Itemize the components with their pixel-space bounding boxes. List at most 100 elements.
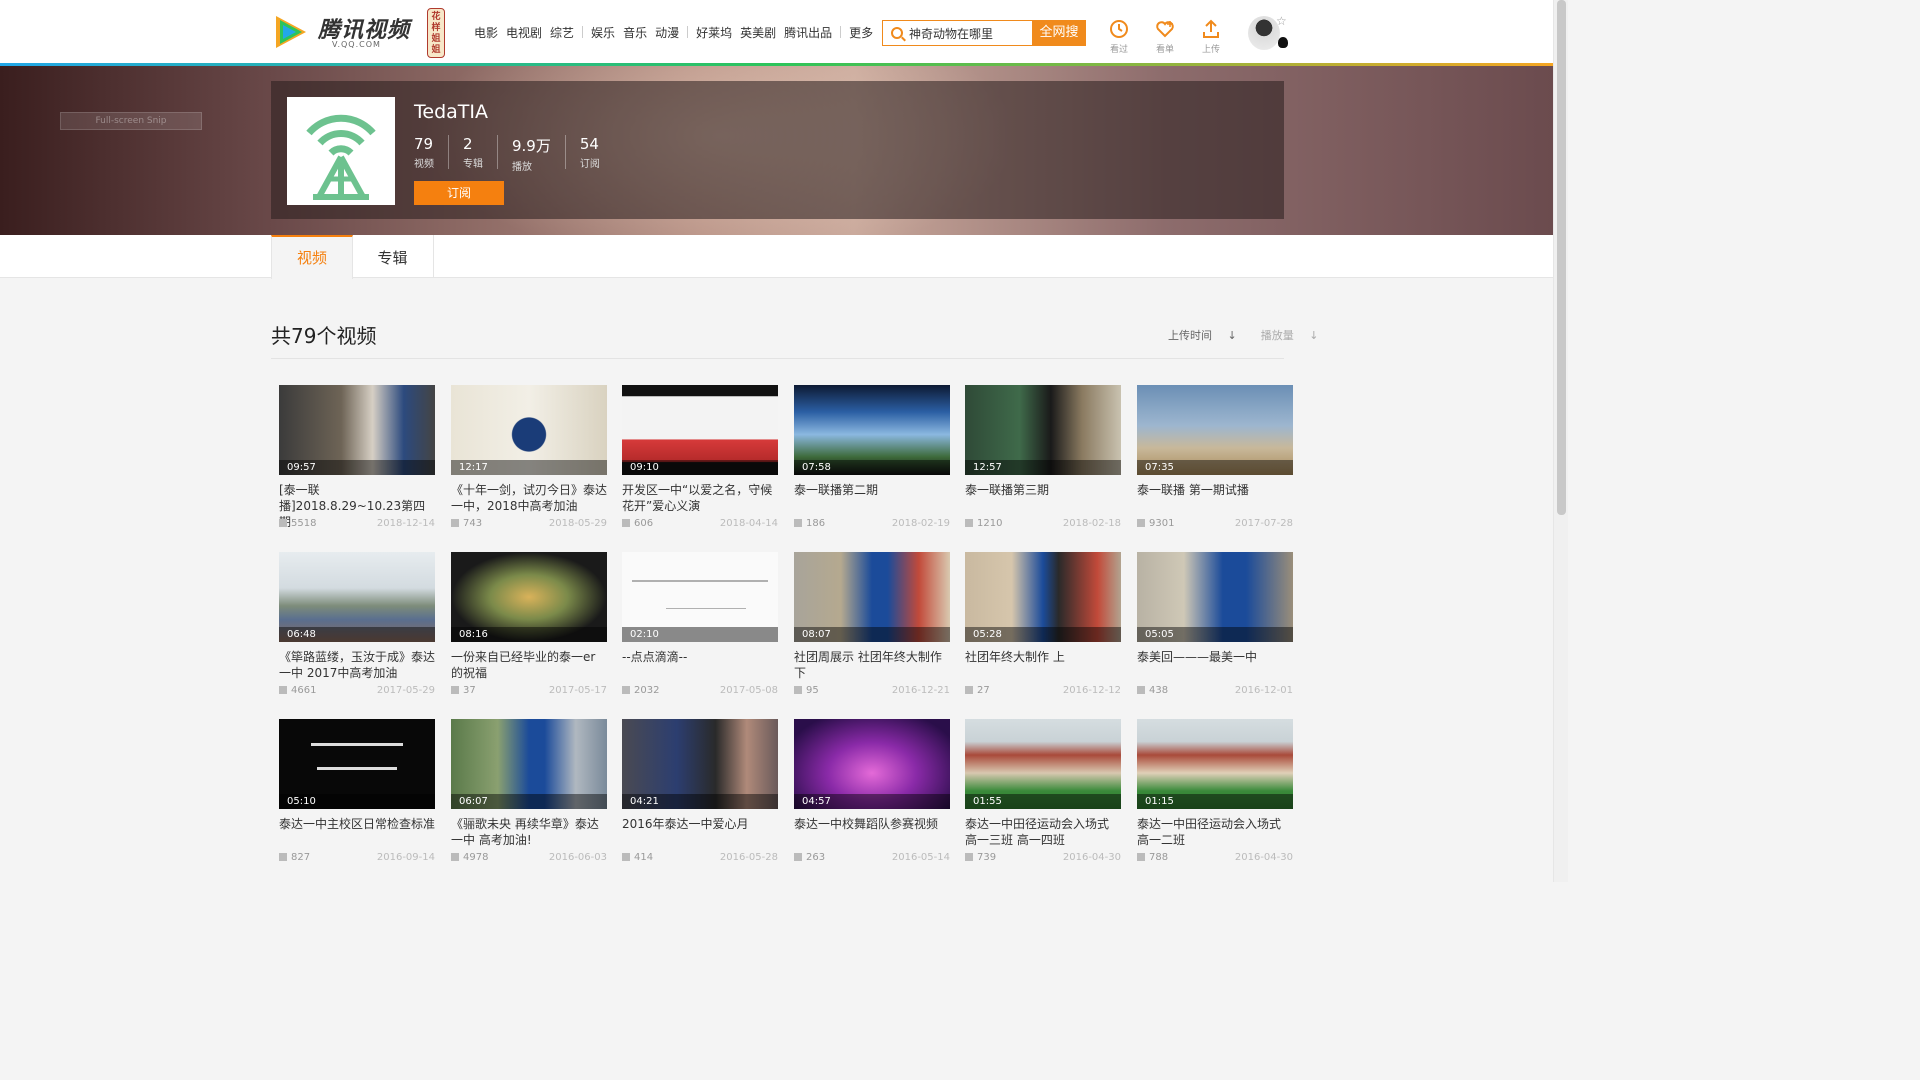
video-title[interactable]: 泰达一中田径运动会入场式 高一三班 高一四班 (965, 816, 1121, 848)
video-card[interactable]: 04:21 2016年泰达一中爱心月 414 2016-05-28 (622, 719, 778, 869)
nav-item[interactable]: 电影 (474, 24, 498, 41)
video-title[interactable]: 社团年终大制作 上 (965, 649, 1121, 665)
upload-date: 2016-12-21 (891, 685, 950, 696)
video-duration: 07:35 (1137, 460, 1293, 475)
video-thumbnail[interactable]: 08:16 (451, 552, 607, 642)
video-card[interactable]: 07:35 泰一联播 第一期试播 9301 2017-07-28 (1137, 385, 1293, 535)
video-card[interactable]: 05:05 泰美回———最美一中 438 2016-12-01 (1137, 552, 1293, 702)
video-title[interactable]: 一份来自已经毕业的泰一er的祝福 (451, 649, 607, 681)
sort-arrow-icon: ↓ (1309, 329, 1319, 342)
upload-button[interactable]: 上传 (1196, 18, 1226, 55)
video-thumbnail[interactable]: 12:17 (451, 385, 607, 475)
channel-avatar[interactable] (287, 97, 395, 205)
sort-arrow-icon: ↓ (1227, 329, 1237, 342)
video-thumbnail[interactable]: 04:21 (622, 719, 778, 809)
video-title[interactable]: 泰一联播第二期 (794, 482, 950, 498)
tencent-video-logo[interactable]: 腾讯视频 V.QQ.COM (270, 10, 410, 54)
video-title[interactable]: 泰达一中主校区日常检查标准 (279, 816, 435, 832)
play-count: 9301 (1149, 518, 1175, 529)
video-thumbnail[interactable]: 05:05 (1137, 552, 1293, 642)
video-card[interactable]: 09:57 [泰一联播]2018.8.29~10.23第四期 55182018-… (279, 385, 435, 535)
tab-albums[interactable]: 专辑 (352, 235, 434, 278)
nav-item[interactable]: 英美剧 (740, 24, 776, 41)
video-thumbnail[interactable]: 08:07 (794, 552, 950, 642)
video-thumbnail[interactable]: 01:15 (1137, 719, 1293, 809)
sort-play-count[interactable]: 播放量 ↓ (1261, 327, 1331, 343)
nav-item[interactable]: 电视剧 (506, 24, 542, 41)
video-card[interactable]: 02:10 --点点滴滴-- 2032 2017-05-08 (622, 552, 778, 702)
video-thumbnail[interactable]: 04:57 (794, 719, 950, 809)
stat-number: 9.9万 (512, 137, 551, 155)
video-title[interactable]: 《骊歌未央 再续华章》泰达一中 高考加油! (451, 816, 607, 848)
history-button[interactable]: 看过 (1104, 18, 1134, 55)
promo-badge[interactable]: 花样姐姐 (427, 8, 445, 58)
nav-item[interactable]: 腾讯出品 (784, 24, 832, 41)
nav-item[interactable]: 娱乐 (591, 24, 615, 41)
video-title[interactable]: 《十年一剑，试刃今日》泰达一中，2018中高考加油 (451, 482, 607, 514)
nav-item[interactable]: 音乐 (623, 24, 647, 41)
search-input[interactable] (909, 23, 1031, 43)
channel-stats: 79 视频 2 专辑 9.9万 播放 54 订阅 (414, 135, 628, 173)
video-card[interactable]: 05:28 社团年终大制作 上 27 2016-12-12 (965, 552, 1121, 702)
video-card[interactable]: 08:16 一份来自已经毕业的泰一er的祝福 37 2017-05-17 (451, 552, 607, 702)
play-count-icon (622, 686, 630, 694)
video-card[interactable]: 05:10 泰达一中主校区日常检查标准 827 2016-09-14 (279, 719, 435, 869)
video-title[interactable]: 泰一联播 第一期试播 (1137, 482, 1293, 498)
video-title[interactable]: 泰美回———最美一中 (1137, 649, 1293, 665)
video-title[interactable]: --点点滴滴-- (622, 649, 778, 665)
nav-item[interactable]: 综艺 (550, 24, 574, 41)
video-meta: 438 2016-12-01 (1137, 685, 1293, 696)
search-button[interactable]: 全网搜 (1032, 20, 1086, 46)
play-logo-icon (276, 16, 306, 48)
video-card[interactable]: 09:10 开发区一中“以爱之名，守候花开”爱心义演 606 2018-04-14 (622, 385, 778, 535)
video-card[interactable]: 12:57 泰一联播第三期 1210 2018-02-18 (965, 385, 1121, 535)
vip-star-icon: ☆ (1276, 14, 1287, 28)
video-card[interactable]: 08:07 社团周展示 社团年终大制作 下 95 2016-12-21 (794, 552, 950, 702)
play-count-icon (965, 853, 973, 861)
video-thumbnail[interactable]: 12:57 (965, 385, 1121, 475)
heart-plus-icon (1156, 21, 1174, 38)
video-title[interactable]: 泰一联播第三期 (965, 482, 1121, 498)
video-thumbnail[interactable]: 06:07 (451, 719, 607, 809)
video-thumbnail[interactable]: 07:35 (1137, 385, 1293, 475)
video-title[interactable]: 泰达一中田径运动会入场式 高一二班 (1137, 816, 1293, 848)
upload-date: 2016-12-12 (1062, 685, 1121, 696)
watchlist-button[interactable]: 看单 (1150, 18, 1180, 55)
video-card[interactable]: 04:57 泰达一中校舞蹈队参赛视频 263 2016-05-14 (794, 719, 950, 869)
video-thumbnail[interactable]: 06:48 (279, 552, 435, 642)
scrollbar-thumb[interactable] (1557, 0, 1566, 515)
video-card[interactable]: 01:55 泰达一中田径运动会入场式 高一三班 高一四班 739 2016-04-… (965, 719, 1121, 869)
video-card[interactable]: 06:48 《筚路蓝缕，玉汝于成》泰达一中 2017中高考加油 4661 2017… (279, 552, 435, 702)
video-thumbnail[interactable]: 02:10 (622, 552, 778, 642)
video-card[interactable]: 12:17 《十年一剑，试刃今日》泰达一中，2018中高考加油 743 2018-… (451, 385, 607, 535)
nav-item[interactable]: 好莱坞 (696, 24, 732, 41)
nav-item[interactable]: 动漫 (655, 24, 679, 41)
video-duration: 05:28 (965, 627, 1121, 642)
video-card[interactable]: 07:58 泰一联播第二期 186 2018-02-19 (794, 385, 950, 535)
video-thumbnail[interactable]: 09:57 (279, 385, 435, 475)
video-thumbnail[interactable]: 05:10 (279, 719, 435, 809)
video-thumbnail[interactable]: 07:58 (794, 385, 950, 475)
video-duration: 01:55 (965, 794, 1121, 809)
stat-number: 54 (579, 135, 599, 153)
video-title[interactable]: 泰达一中校舞蹈队参赛视频 (794, 816, 950, 832)
tab-videos[interactable]: 视频 (271, 235, 353, 279)
video-card[interactable]: 06:07 《骊歌未央 再续华章》泰达一中 高考加油! 4978 2016-06-… (451, 719, 607, 869)
video-title[interactable]: 2016年泰达一中爱心月 (622, 816, 778, 832)
video-thumbnail[interactable]: 09:10 (622, 385, 778, 475)
play-count-icon (1137, 686, 1145, 694)
video-thumbnail[interactable]: 01:55 (965, 719, 1121, 809)
video-title[interactable]: 开发区一中“以爱之名，守候花开”爱心义演 (622, 482, 778, 514)
page-scrollbar[interactable] (1553, 0, 1568, 882)
play-count-icon (1137, 519, 1145, 527)
video-card[interactable]: 01:15 泰达一中田径运动会入场式 高一二班 788 2016-04-30 (1137, 719, 1293, 869)
video-title[interactable]: 《筚路蓝缕，玉汝于成》泰达一中 2017中高考加油 (279, 649, 435, 681)
video-title[interactable]: 社团周展示 社团年终大制作 下 (794, 649, 950, 681)
video-thumbnail[interactable]: 05:28 (965, 552, 1121, 642)
sort-upload-time[interactable]: 上传时间 ↓ (1168, 327, 1249, 343)
video-meta: 5518 2018-12-14 (279, 518, 435, 529)
subscribe-button[interactable]: 订阅 (414, 181, 504, 205)
video-duration: 06:07 (451, 794, 607, 809)
sort-plays-label: 播放量 (1260, 329, 1294, 342)
stat-number: 79 (414, 135, 434, 153)
